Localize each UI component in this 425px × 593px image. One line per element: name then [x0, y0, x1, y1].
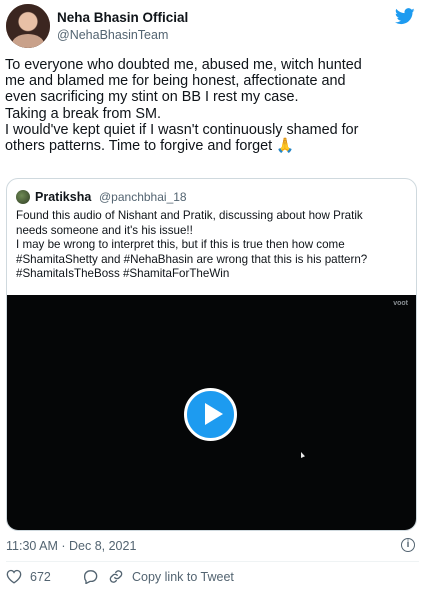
quoted-line: #ShamitaShetty and #NehaBhasin are wrong… [16, 252, 368, 266]
tweet-line: Taking a break from SM. [5, 105, 161, 122]
quoted-line: Found this audio of Nishant and Pratik, … [16, 209, 363, 222]
tweet-line: me and blamed me for being honest, affec… [5, 73, 346, 90]
video-watermark: voot [393, 300, 408, 307]
twitter-bird-icon[interactable] [395, 8, 415, 25]
heart-icon [6, 569, 22, 584]
quoted-author-name: Pratiksha [35, 190, 92, 204]
tweet-line: To everyone who doubted me, abused me, w… [5, 57, 362, 73]
info-icon[interactable]: i [401, 538, 415, 552]
quoted-tweet-text: Found this audio of Nishant and Pratik, … [16, 209, 411, 282]
quoted-line: #ShamitaIsTheBoss #ShamitaForTheWin [16, 267, 230, 281]
link-icon [109, 570, 123, 583]
quoted-author-avatar [16, 190, 30, 204]
tweet-line: others patterns. Time to forgive and for… [5, 138, 295, 155]
tweet-card: Neha Bhasin Official @NehaBhasinTeam To … [0, 0, 425, 593]
author-handle[interactable]: @NehaBhasinTeam [57, 28, 168, 42]
mouse-cursor [301, 452, 305, 458]
play-icon[interactable] [184, 388, 237, 441]
quoted-line: I may be wrong to interpret this, but if… [16, 238, 345, 252]
quoted-tweet[interactable]: Pratiksha @panchbhai_18 Found this audio… [6, 178, 417, 531]
author-name[interactable]: Neha Bhasin Official [57, 10, 188, 25]
copy-link-button[interactable]: Copy link to Tweet [108, 569, 234, 584]
tweet-text: To everyone who doubted me, abused me, w… [5, 57, 420, 154]
video-player[interactable]: voot [7, 295, 416, 530]
reply-button[interactable] [82, 569, 98, 584]
quoted-author-handle: @panchbhai_18 [99, 190, 187, 204]
divider [6, 561, 419, 562]
tweet-line: I would've kept quiet if I wasn't contin… [5, 121, 359, 138]
like-count: 672 [30, 569, 51, 584]
quoted-line: needs someone and it's his issue!! [16, 223, 193, 237]
author-avatar[interactable] [6, 4, 50, 48]
tweet-timestamp[interactable]: 11:30 AM · Dec 8, 2021 [6, 539, 136, 553]
reply-icon [84, 570, 98, 584]
copy-link-label: Copy link to Tweet [132, 569, 234, 584]
tweet-line: even sacrificing my stint on BB I rest m… [5, 89, 299, 106]
like-button[interactable]: 672 [6, 569, 51, 584]
